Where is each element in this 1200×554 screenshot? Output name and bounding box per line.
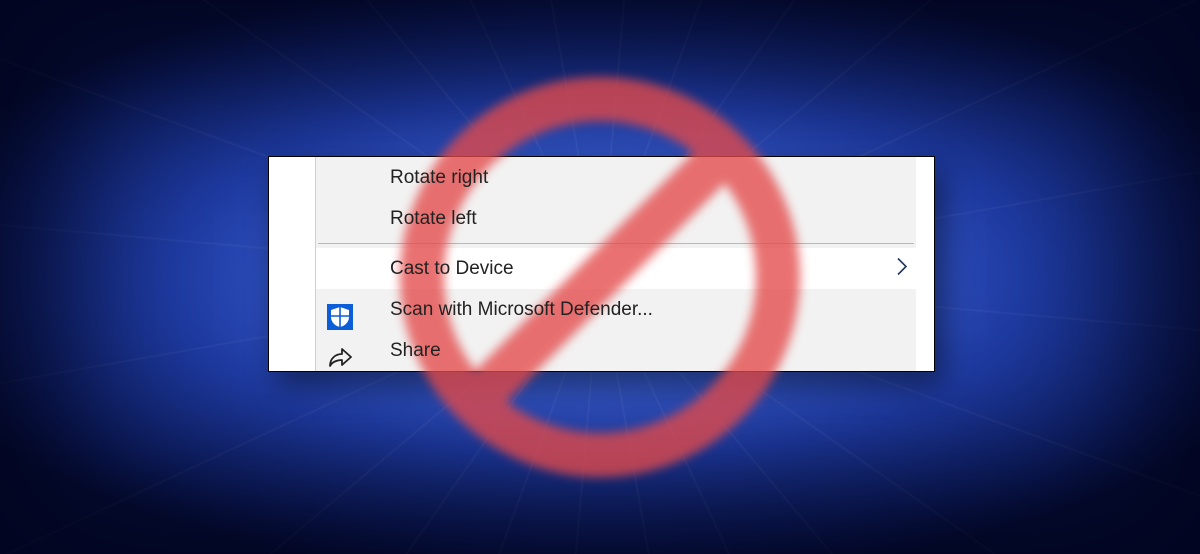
menu-item-rotate-right[interactable]: Rotate right	[316, 157, 916, 198]
context-menu: Rotate right Rotate left Cast to Device …	[268, 156, 935, 372]
menu-item-label: Cast to Device	[390, 258, 514, 280]
menu-item-label: Scan with Microsoft Defender...	[390, 299, 653, 321]
menu-item-share[interactable]: Share	[316, 330, 916, 371]
context-menu-icon-column	[269, 157, 315, 371]
submenu-arrow-icon	[897, 257, 908, 280]
menu-separator	[318, 243, 914, 244]
menu-item-scan-defender[interactable]: Scan with Microsoft Defender...	[316, 289, 916, 330]
defender-shield-icon	[327, 304, 353, 335]
menu-item-cast-to-device[interactable]: Cast to Device	[316, 248, 916, 289]
menu-item-label: Rotate left	[390, 208, 477, 230]
menu-item-rotate-left[interactable]: Rotate left	[316, 198, 916, 239]
menu-item-label: Rotate right	[390, 167, 488, 189]
menu-item-label: Share	[390, 340, 441, 362]
share-icon	[327, 346, 353, 375]
illustration-stage: Rotate right Rotate left Cast to Device …	[0, 0, 1200, 554]
